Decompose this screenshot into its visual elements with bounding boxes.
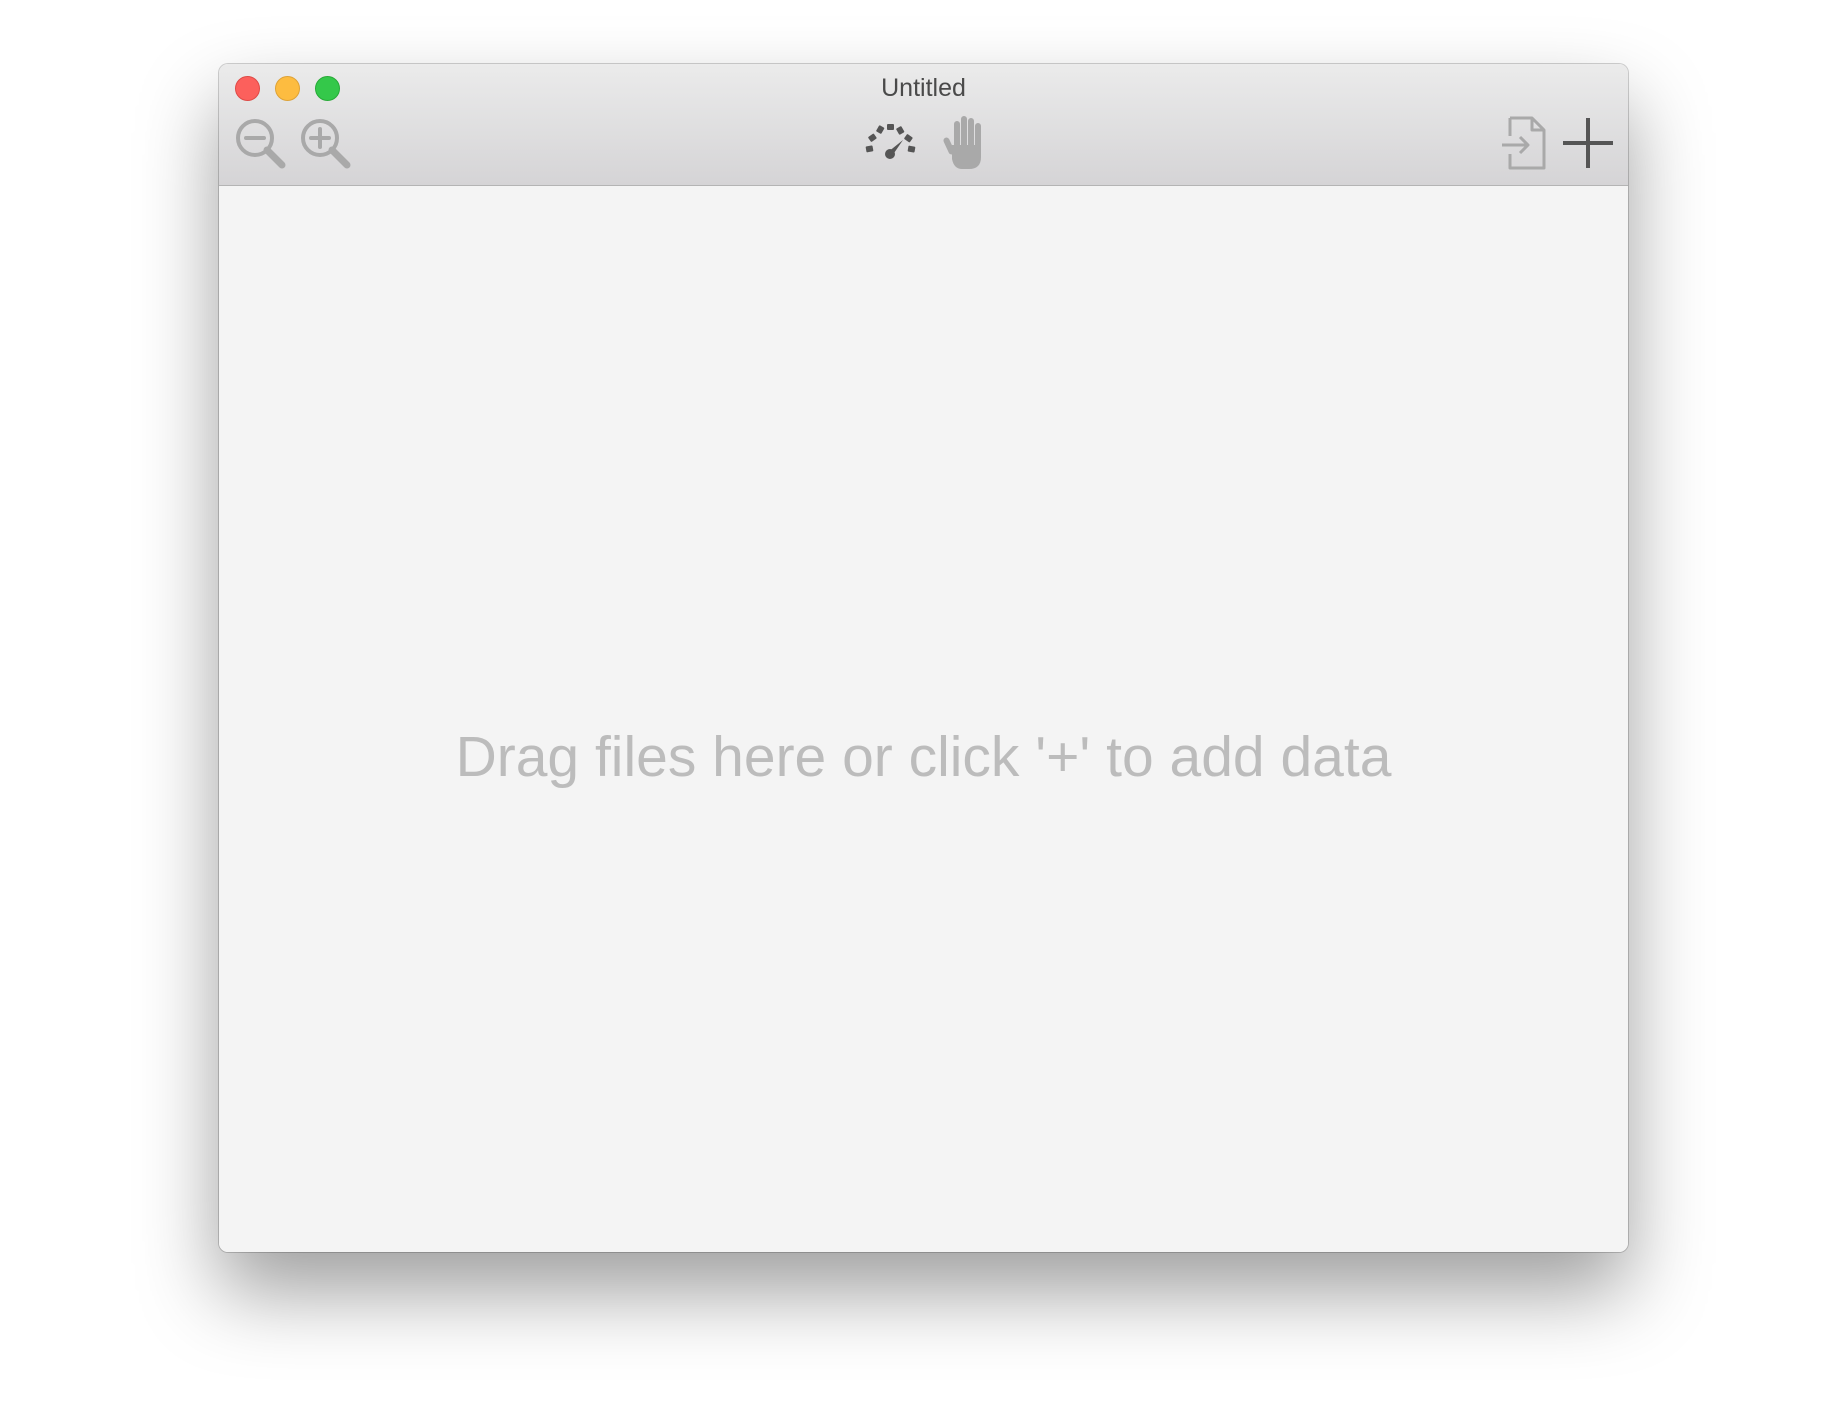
speed-button[interactable] (863, 116, 919, 172)
add-data-button[interactable] (1559, 114, 1617, 172)
window-title: Untitled (881, 74, 966, 102)
titlebar-toolbar: Untitled (219, 64, 1628, 186)
plus-icon (1563, 118, 1613, 168)
empty-state-message: Drag files here or click '+' to add data (455, 725, 1392, 789)
pan-button[interactable] (942, 113, 992, 173)
zoom-in-button[interactable] (298, 116, 354, 172)
app-window: Untitled Drag files here or click '+' to… (219, 64, 1628, 1252)
hand-icon (943, 116, 981, 169)
speedometer-icon (865, 124, 916, 159)
zoom-out-button[interactable] (233, 116, 289, 172)
drop-zone[interactable]: Drag files here or click '+' to add data (219, 186, 1628, 1252)
zoom-in-icon (301, 119, 351, 169)
import-file-icon (1502, 116, 1546, 170)
zoom-out-icon (236, 119, 286, 169)
import-file-button[interactable] (1500, 114, 1550, 172)
